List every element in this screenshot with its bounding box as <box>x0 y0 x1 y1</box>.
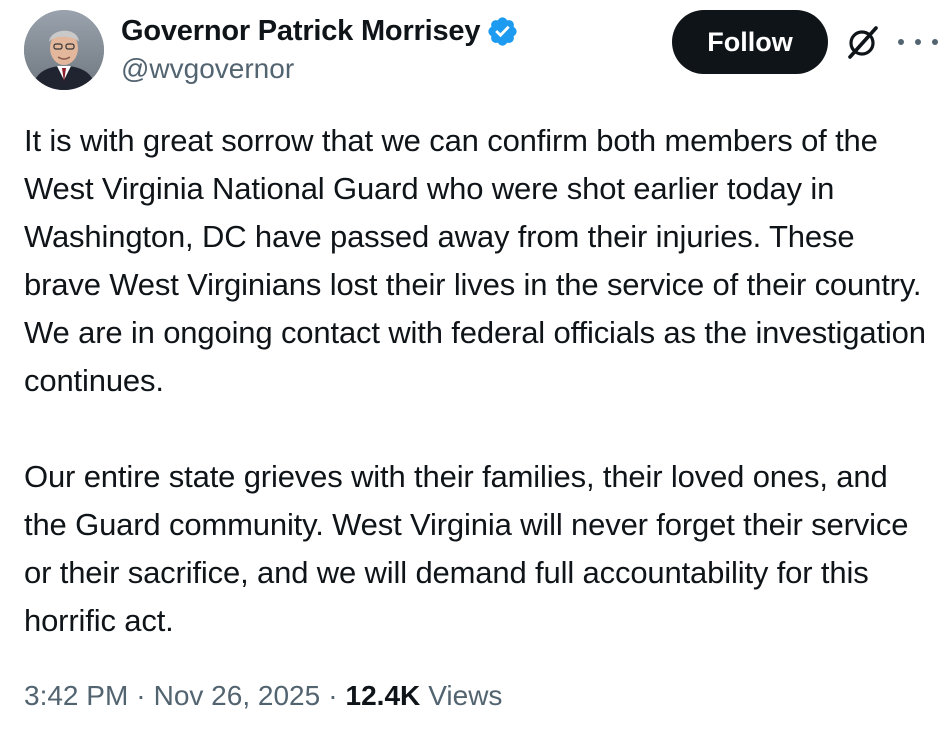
grok-slash-icon[interactable] <box>842 22 882 62</box>
author-display-name[interactable]: Governor Patrick Morrisey <box>121 15 480 48</box>
tweet-paragraph-2: Our entire state grieves with their fami… <box>24 459 909 638</box>
follow-button[interactable]: Follow <box>672 10 828 74</box>
author-name-row: Governor Patrick Morrisey <box>121 12 519 50</box>
tweet-paragraph-1: It is with great sorrow that we can conf… <box>24 123 926 398</box>
tweet-meta: 3:42 PM · Nov 26, 2025 · 12.4K Views <box>24 680 502 712</box>
dot <box>932 39 938 45</box>
author-avatar[interactable] <box>24 10 104 90</box>
author-handle[interactable]: @wvgovernor <box>121 53 519 85</box>
dot <box>915 39 921 45</box>
verified-badge-icon[interactable] <box>486 15 519 48</box>
tweet-card: Governor Patrick Morrisey @wvgovernor Fo… <box>0 0 952 744</box>
meta-separator: · <box>328 680 338 711</box>
tweet-text: It is with great sorrow that we can conf… <box>24 117 934 645</box>
meta-separator: · <box>136 680 146 711</box>
avatar-photo <box>24 10 104 90</box>
more-dots-icon[interactable] <box>898 28 938 56</box>
author-info: Governor Patrick Morrisey @wvgovernor <box>121 12 519 85</box>
dot <box>898 39 904 45</box>
views-count: 12.4K <box>345 680 421 711</box>
views-label: Views <box>428 680 503 711</box>
tweet-time[interactable]: 3:42 PM <box>24 680 128 712</box>
tweet-date[interactable]: Nov 26, 2025 <box>154 680 321 712</box>
